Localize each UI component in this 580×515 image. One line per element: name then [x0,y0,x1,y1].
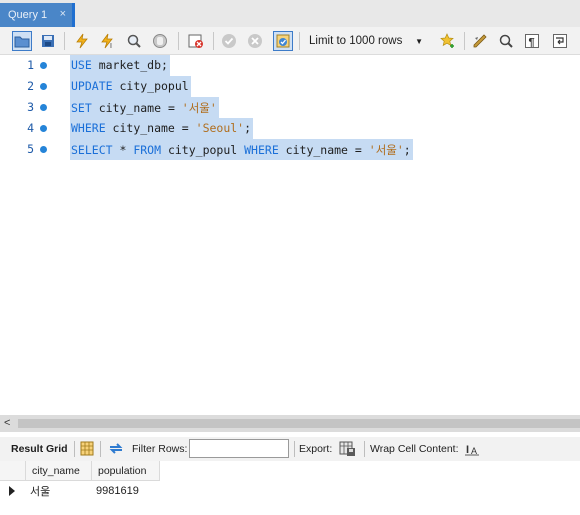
sql-text: city_popul [161,143,245,157]
statement-marker-icon [40,62,47,69]
column-header[interactable]: city_name [26,461,92,481]
scroll-left-icon[interactable]: < [4,417,10,429]
code-text: WHERE city_name = 'Seoul'; [70,118,254,139]
row-header-corner [0,461,26,481]
sql-string: '서울' [368,143,404,157]
table-cell[interactable]: 서울 [26,482,92,500]
svg-text:¶: ¶ [529,37,535,49]
find-icon[interactable] [496,31,516,51]
export-label: Export: [299,443,333,455]
wrap-cell-label: Wrap Cell Content: [370,443,459,455]
limit-rows-select[interactable]: Limit to 1000 rows ▼ [303,32,427,50]
table-cell[interactable]: 9981619 [92,482,160,500]
toggle-error-icon[interactable] [186,31,206,51]
sql-text: city_name = [278,143,369,157]
execute-icon[interactable] [72,31,92,51]
line-number: 4 [27,121,34,135]
tab-title: Query 1 [8,9,48,21]
sql-text: ; [244,121,252,135]
result-grid: city_name population 서울 9981619 [0,461,580,515]
statement-marker-icon [40,125,47,132]
sql-keyword: SELECT [71,143,113,157]
code-text: USE market_db; [70,55,170,76]
sql-keyword: USE [71,58,92,72]
stop-icon[interactable] [150,31,170,51]
export-icon[interactable] [339,440,357,460]
chevron-down-icon: ▼ [415,36,423,46]
filter-rows-label: Filter Rows: [132,443,188,455]
grid-layout-icon[interactable] [80,441,94,459]
wrap-icon[interactable] [550,31,570,51]
refresh-icon[interactable] [107,441,125,459]
svg-text:A: A [471,446,477,456]
line-number: 1 [27,58,34,72]
toolbar-separator [294,441,295,457]
sql-text: ; [403,143,411,157]
code-line[interactable]: 3 SET city_name = '서울' [0,97,580,118]
tab-bar: Query 1 × [0,0,580,27]
code-text: SET city_name = '서울' [70,97,219,118]
sql-toolbar: I Limit to 1000 rows ▼ ¶ [0,27,580,55]
toolbar-separator [178,32,179,50]
code-line[interactable]: 5 SELECT * FROM city_popul WHERE city_nam… [0,139,580,160]
tab-accent [72,3,75,27]
code-line[interactable]: 2 UPDATE city_popul [0,76,580,97]
sql-text: city_name = [105,121,196,135]
sql-keyword: WHERE [244,143,279,157]
column-header[interactable]: population [92,461,160,481]
commit-icon[interactable] [219,31,239,51]
sql-keyword: UPDATE [71,79,113,93]
close-icon[interactable]: × [60,8,66,20]
wrap-cell-icon[interactable]: IA [465,442,479,459]
toolbar-separator [74,441,75,457]
row-selector-icon[interactable] [5,482,25,500]
statement-marker-icon [40,104,47,111]
statement-marker-icon [40,146,47,153]
limit-rows-label: Limit to 1000 rows [309,35,403,47]
code-line[interactable]: 4 WHERE city_name = 'Seoul'; [0,118,580,139]
rollback-icon[interactable] [245,31,265,51]
sql-keyword: WHERE [71,121,106,135]
sql-text: * [112,143,134,157]
toolbar-separator [464,32,465,50]
sql-keyword: FROM [133,143,162,157]
toolbar-separator [213,32,214,50]
result-grid-tab[interactable]: Result Grid [11,443,68,455]
execute-current-icon[interactable]: I [98,31,118,51]
scrollbar-thumb[interactable] [18,419,580,428]
line-number: 2 [27,79,34,93]
filter-rows-input[interactable] [189,439,289,458]
svg-text:I: I [110,43,112,49]
sql-editor[interactable]: 1 USE market_db; 2 UPDATE city_popul 3 SET ci… [0,55,580,415]
svg-text:I: I [466,444,469,456]
line-number: 3 [27,100,34,114]
invisible-chars-icon[interactable]: ¶ [522,31,542,51]
save-icon[interactable] [38,31,58,51]
sql-keyword: SET [71,101,92,115]
sql-string: '서울' [181,101,217,115]
open-folder-icon[interactable] [12,31,32,51]
toolbar-separator [100,441,101,457]
toolbar-separator [64,32,65,50]
explain-icon[interactable] [124,31,144,51]
code-text: SELECT * FROM city_popul WHERE city_name… [70,139,413,160]
autocommit-icon[interactable] [273,31,293,51]
code-line[interactable]: 1 USE market_db; [0,55,580,76]
toolbar-separator [364,441,365,457]
tab-query-1[interactable]: Query 1 × [0,3,72,27]
sql-text: city_popul [112,79,189,93]
beautify-icon[interactable] [470,31,490,51]
horizontal-scrollbar[interactable]: < [0,415,580,432]
add-snippet-icon[interactable] [438,31,458,51]
line-number: 5 [27,142,34,156]
result-toolbar: Result Grid Filter Rows: Export: Wrap Ce… [0,437,580,461]
code-text: UPDATE city_popul [70,76,191,97]
sql-string: 'Seoul' [195,121,245,135]
toolbar-separator [299,32,300,50]
statement-marker-icon [40,83,47,90]
sql-text: market_db; [91,58,168,72]
sql-text: city_name = [91,101,182,115]
